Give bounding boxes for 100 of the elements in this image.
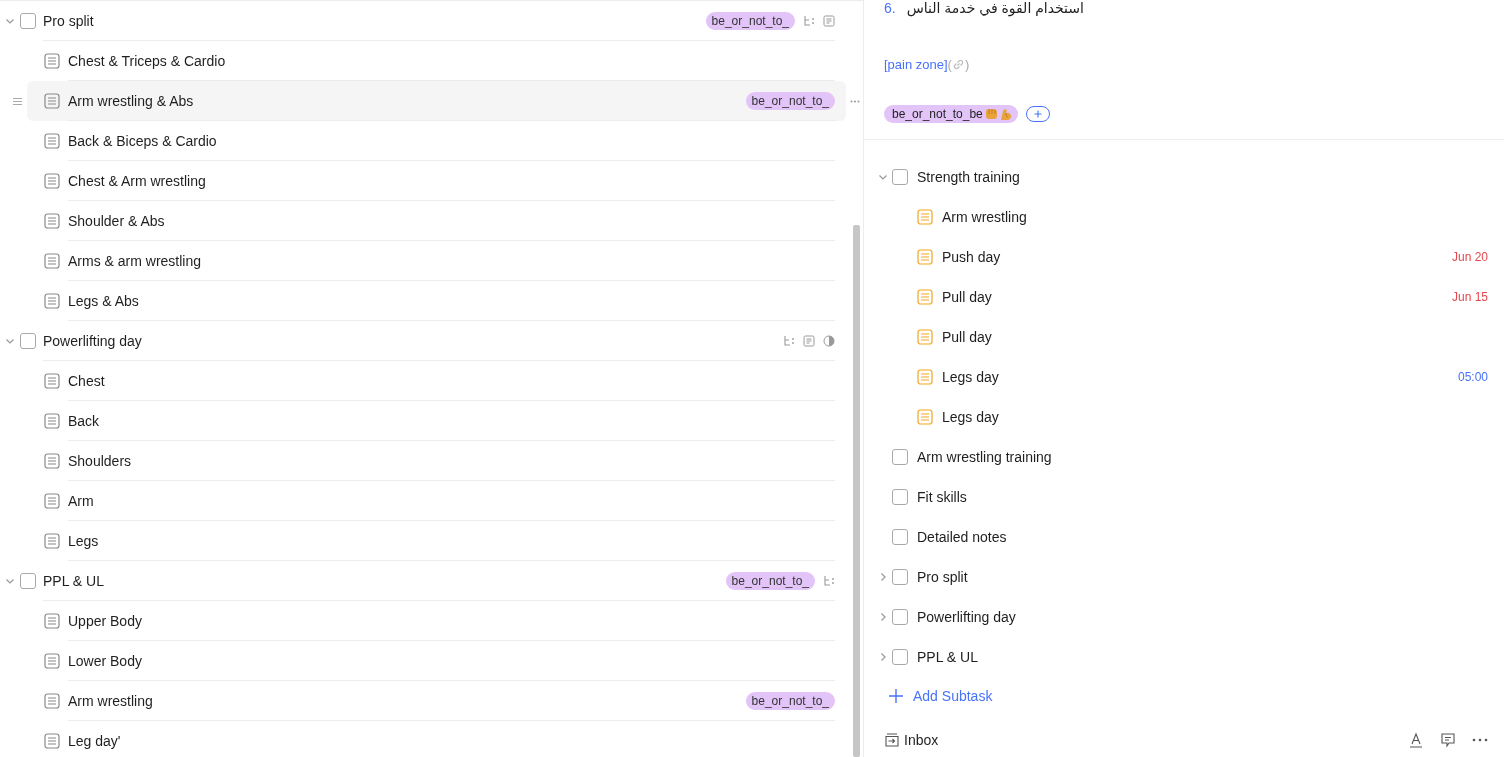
list-button[interactable]: Inbox xyxy=(884,732,939,748)
checkbox[interactable] xyxy=(892,569,908,585)
add-subtask-button[interactable]: Add Subtask xyxy=(888,688,993,704)
task-row-highlight[interactable]: Arm wrestling & Abs be_or_not_to_ xyxy=(27,81,846,121)
task-title[interactable]: Shoulders xyxy=(68,452,132,469)
note-icon xyxy=(44,93,60,109)
note-icon xyxy=(44,253,60,269)
parenthesis: ) xyxy=(964,56,970,72)
task-title[interactable]: Legs & Abs xyxy=(68,292,139,309)
expand-chevron-icon[interactable] xyxy=(878,572,888,582)
expand-chevron-icon[interactable] xyxy=(878,612,888,622)
tag[interactable]: be_or_not_to_ xyxy=(745,91,835,110)
task-title[interactable]: Back xyxy=(68,412,100,429)
checkbox[interactable] xyxy=(20,573,36,589)
subtask-title[interactable]: Push day xyxy=(942,249,1001,265)
checkbox[interactable] xyxy=(892,529,908,545)
add-tag-icon[interactable] xyxy=(1025,106,1050,122)
checkbox[interactable] xyxy=(20,13,36,29)
task-title[interactable]: Chest & Arm wrestling xyxy=(68,172,206,189)
note-icon xyxy=(44,293,60,309)
task-title[interactable]: Arm wrestling & Abs xyxy=(68,92,194,109)
subtask-title[interactable]: Pull day xyxy=(942,329,992,345)
subtask-title[interactable]: Legs day xyxy=(942,369,999,385)
collapse-chevron-icon[interactable] xyxy=(5,576,15,586)
tag[interactable]: be_or_not_to_be xyxy=(884,105,1018,123)
list-number: 6. xyxy=(884,0,896,16)
task-title[interactable]: Chest & Triceps & Cardio xyxy=(68,52,226,69)
subtask-icon xyxy=(823,574,835,587)
subtask-title[interactable]: Arm wrestling xyxy=(942,209,1027,225)
subtask-title[interactable]: Pull day xyxy=(942,289,992,305)
checkbox[interactable] xyxy=(892,169,908,185)
subtask-title[interactable]: Pro split xyxy=(917,569,968,585)
note-icon xyxy=(44,613,60,629)
inbox-icon xyxy=(884,732,900,748)
note-icon xyxy=(44,453,60,469)
checkbox[interactable] xyxy=(20,333,36,349)
expand-chevron-icon[interactable] xyxy=(878,652,888,662)
note-icon xyxy=(917,329,933,345)
subtask-title[interactable]: Powerlifting day xyxy=(917,609,1016,625)
note-icon xyxy=(823,14,835,27)
subtask-title[interactable]: PPL & UL xyxy=(917,649,978,665)
note-icon xyxy=(44,693,60,709)
task-title[interactable]: PPL & UL xyxy=(43,572,104,589)
note-icon xyxy=(917,249,933,265)
tag[interactable]: be_or_not_to_ xyxy=(725,571,815,590)
collapse-chevron-icon[interactable] xyxy=(5,16,15,26)
task-title[interactable]: Upper Body xyxy=(68,612,142,629)
task-title[interactable]: Legs xyxy=(68,532,99,549)
task-title[interactable]: Arm xyxy=(68,492,94,509)
note-icon xyxy=(917,369,933,385)
scrollbar-thumb[interactable] xyxy=(853,225,860,757)
task-title[interactable]: Shoulder & Abs xyxy=(68,212,165,229)
note-icon xyxy=(44,493,60,509)
task-title[interactable]: Back & Biceps & Cardio xyxy=(68,132,217,149)
description-text: استخدام القوة في خدمة الناس xyxy=(906,0,1084,16)
plus-icon xyxy=(888,688,904,704)
task-title[interactable]: Lower Body xyxy=(68,652,142,669)
flexed-arm-icon xyxy=(998,107,1012,121)
task-title[interactable]: Pro split xyxy=(43,12,94,29)
checkbox[interactable] xyxy=(892,609,908,625)
note-icon xyxy=(917,209,933,225)
checkbox[interactable] xyxy=(892,449,908,465)
tag[interactable]: be_or_not_to_ xyxy=(705,11,795,30)
note-icon xyxy=(917,409,933,425)
tag[interactable]: be_or_not_to_ xyxy=(745,691,835,710)
subtask-title[interactable]: Legs day xyxy=(942,409,999,425)
link-icon xyxy=(951,57,965,71)
parenthesis: ( xyxy=(947,56,952,72)
due-date: Jun 15 xyxy=(1451,290,1488,304)
fist-icon xyxy=(984,108,998,120)
task-title[interactable]: Arm wrestling xyxy=(68,692,153,709)
note-icon xyxy=(44,213,60,229)
subtask-title[interactable]: Arm wrestling training xyxy=(917,449,1052,465)
collapse-chevron-icon[interactable] xyxy=(878,172,888,182)
subtask-title[interactable]: Strength training xyxy=(917,169,1020,185)
checkbox[interactable] xyxy=(892,649,908,665)
subtask-title[interactable]: Fit skills xyxy=(917,489,967,505)
due-date: Jun 20 xyxy=(1451,250,1488,264)
note-icon xyxy=(803,334,815,347)
task-title[interactable]: Powerlifting day xyxy=(43,332,142,349)
note-icon xyxy=(917,289,933,305)
note-icon xyxy=(44,173,60,189)
task-title[interactable]: Arms & arm wrestling xyxy=(68,252,202,269)
task-title[interactable]: Chest xyxy=(68,372,105,389)
subtask-icon xyxy=(783,334,795,347)
text-format-icon[interactable] xyxy=(1408,732,1424,748)
subtask-icon xyxy=(803,14,815,27)
collapse-chevron-icon[interactable] xyxy=(5,336,15,346)
checkbox[interactable] xyxy=(892,489,908,505)
subtask-title[interactable]: Detailed notes xyxy=(917,529,1007,545)
drag-handle-icon xyxy=(13,97,22,105)
note-icon xyxy=(44,53,60,69)
note-icon xyxy=(44,533,60,549)
comment-icon[interactable] xyxy=(1440,732,1456,748)
note-icon xyxy=(44,373,60,389)
more-icon[interactable] xyxy=(1472,738,1488,742)
note-icon xyxy=(44,133,60,149)
task-title[interactable]: Leg day' xyxy=(68,732,121,749)
link[interactable]: [pain zone] xyxy=(884,56,948,72)
progress-icon xyxy=(823,334,835,347)
